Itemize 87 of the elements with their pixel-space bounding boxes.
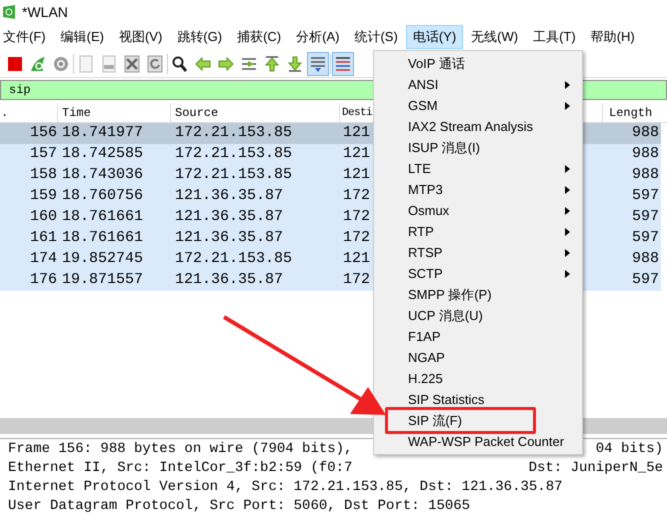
table-cell-text: 19.852745 [61,249,144,270]
table-cell-text: 121.36.35.87 [174,228,284,248]
menu-item[interactable]: 无线(W) [464,25,526,49]
table-cell-text: 121 [342,249,370,270]
table-cell-text: 121 [342,123,370,144]
table-cell-text: 18.743036 [61,165,144,186]
left-arrow-icon [194,54,212,72]
menu-item[interactable]: F1AP [408,326,441,346]
binary-file-icon [100,54,118,72]
menu-item[interactable]: 文件(F) [0,25,53,49]
table-cell-text: 19.871557 [61,270,144,290]
column-header[interactable]: . [0,103,58,122]
menu-item[interactable]: 视图(V) [112,25,170,49]
table-cell-text: 597 [632,228,660,248]
table-cell-text: 18.761661 [61,228,144,248]
reload-icon [146,54,164,72]
table-cell-text: 988 [632,123,660,144]
menu-item[interactable]: SIP Statistics [408,390,484,410]
table-cell-text: 988 [632,249,660,270]
table-cell-text: 159 [28,186,58,206]
colored-lines-icon [334,54,352,72]
shark-fin-icon [29,54,47,72]
table-cell-text: 18.741977 [61,123,144,144]
table-cell-text: 121.36.35.87 [174,270,284,290]
table-cell-text: 158 [28,165,58,186]
close-file-icon [123,54,141,72]
table-cell-text: 176 [28,270,58,290]
column-header[interactable]: Source [171,103,340,122]
down-arrow-icon [286,54,304,72]
detail-line[interactable]: Ethernet II, Src: IntelCor_3f:b2:59 (f0:7 [8,458,352,479]
detail-line[interactable]: User Datagram Protocol, Src Port: 5060, Dst Port: 15065 [8,496,470,516]
table-cell-text: 121 [342,165,370,186]
table-cell-text: 161 [28,228,58,248]
search-icon [171,54,189,72]
menu-item[interactable]: 电话(Y) [406,25,464,49]
menu-item[interactable]: 跳转(G) [170,25,230,49]
menu-item[interactable]: H.225 [408,368,443,388]
table-cell-text: 597 [632,207,660,228]
table-cell-text: 172.21.153.85 [174,144,294,164]
table-cell-text: 121.36.35.87 [174,207,284,228]
table-cell-text: 18.742585 [61,144,144,164]
table-cell-text: 172 [342,228,370,248]
toolbar-button[interactable] [307,52,329,76]
detail-line[interactable]: 04 bits) [596,439,667,460]
column-header[interactable]: Time [58,103,171,122]
gear-icon [52,54,70,72]
table-cell-text: 172 [342,270,370,290]
menu-item[interactable]: 帮助(H) [584,25,642,49]
table-cell-text: 597 [632,270,660,290]
up-arrow-icon [263,54,281,72]
table-cell-text: 121 [342,144,370,164]
menu-item[interactable]: NGAP [408,348,445,368]
toolbar-button[interactable] [332,52,354,76]
table-cell-text: 172.21.153.85 [174,249,294,270]
menu-item[interactable]: 捕获(C) [230,25,288,49]
menu-item[interactable]: 工具(T) [526,25,583,49]
table-cell-text: 160 [28,207,58,228]
table-cell-text: 988 [632,165,660,186]
menu-item[interactable]: WAP-WSP Packet Counter [408,432,564,452]
stop-icon [6,54,24,72]
scroll-lines-icon [309,54,327,72]
table-cell-text: 156 [28,123,58,144]
column-header[interactable]: Desti [340,103,372,122]
menu-item[interactable]: 统计(S) [347,25,405,49]
table-cell-text: 172.21.153.85 [174,123,294,144]
detail-line[interactable]: Dst: JuniperN_5e [528,458,667,479]
column-header[interactable]: Length [603,103,663,122]
table-cell-text: 172 [342,207,370,228]
table-cell-text: 18.761661 [61,207,144,228]
document-icon [77,54,95,72]
detail-line[interactable]: Internet Protocol Version 4, Src: 172.21.153.85, Dst: 121.36.35.87 [8,477,562,498]
right-arrow-icon [217,54,235,72]
table-cell-text: 18.760756 [61,186,144,206]
menu-item[interactable]: UCP 消息(U) [408,306,483,326]
menu-item[interactable]: 编辑(E) [54,25,111,49]
table-cell-text: 172 [342,186,370,206]
menu-item[interactable]: 分析(A) [289,25,346,49]
table-cell-text: 988 [632,144,660,164]
detail-line[interactable]: Frame 156: 988 bytes on wire (7904 bits), [8,439,352,460]
window-title: *WLAN [22,2,68,22]
table-cell-text: 172.21.153.85 [174,165,294,186]
menu-item[interactable]: VoIP 通话 [408,54,465,74]
table-cell-text: 174 [28,249,58,270]
table-cell-text: 597 [632,186,660,206]
menu-item[interactable]: SIP 流(F) [408,410,462,430]
table-cell-text: 121.36.35.87 [174,186,284,206]
table-cell-text: 157 [28,144,58,164]
